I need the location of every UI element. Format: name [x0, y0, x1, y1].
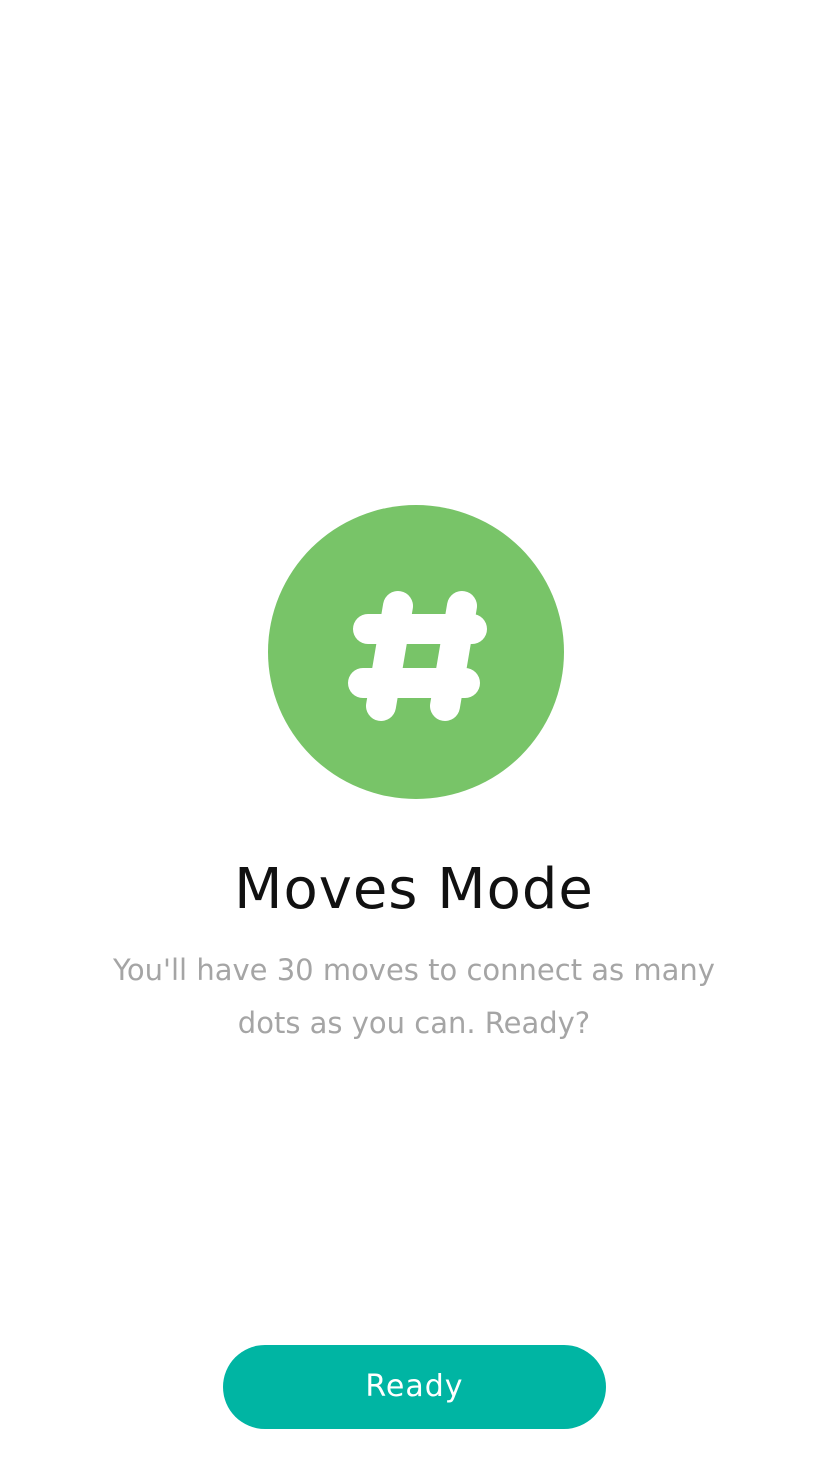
- mode-description: You'll have 30 moves to connect as many …: [113, 953, 715, 1040]
- mode-title: Moves Mode: [234, 857, 594, 922]
- hash-icon: [348, 591, 487, 721]
- moves-mode-icon-circle: [268, 505, 564, 799]
- ready-button[interactable]: Ready: [223, 1345, 606, 1429]
